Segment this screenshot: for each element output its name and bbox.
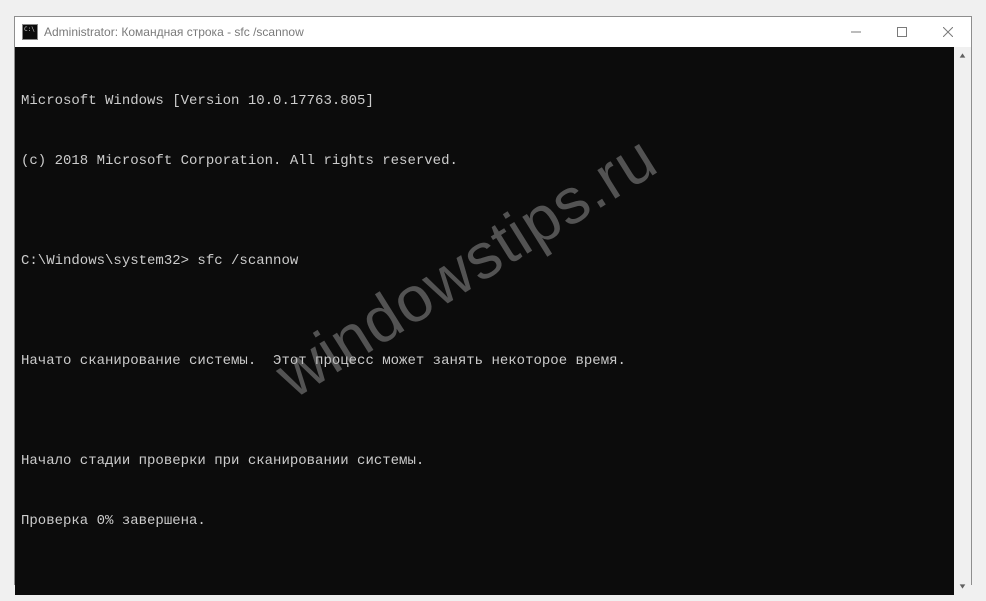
maximize-icon: [897, 27, 907, 37]
maximize-button[interactable]: [879, 17, 925, 47]
terminal-line: (c) 2018 Microsoft Corporation. All righ…: [21, 151, 948, 171]
minimize-button[interactable]: [833, 17, 879, 47]
chevron-up-icon: [959, 52, 966, 59]
titlebar[interactable]: Administrator: Командная строка - sfc /s…: [15, 17, 971, 47]
terminal-area: Microsoft Windows [Version 10.0.17763.80…: [15, 47, 971, 595]
close-button[interactable]: [925, 17, 971, 47]
scroll-down-button[interactable]: [954, 578, 971, 595]
terminal-line: Начало стадии проверки при сканировании …: [21, 451, 948, 471]
close-icon: [943, 27, 953, 37]
scroll-up-button[interactable]: [954, 47, 971, 64]
terminal-line: C:\Windows\system32> sfc /scannow: [21, 251, 948, 271]
terminal-output[interactable]: Microsoft Windows [Version 10.0.17763.80…: [15, 47, 954, 595]
terminal-line: Microsoft Windows [Version 10.0.17763.80…: [21, 91, 948, 111]
terminal-line: Начато сканирование системы. Этот процес…: [21, 351, 948, 371]
terminal-line: Проверка 0% завершена.: [21, 511, 948, 531]
window-controls: [833, 17, 971, 47]
minimize-icon: [851, 27, 861, 37]
cmd-icon: [22, 24, 38, 40]
cmd-window: Administrator: Командная строка - sfc /s…: [14, 16, 972, 585]
chevron-down-icon: [959, 583, 966, 590]
window-title: Administrator: Командная строка - sfc /s…: [44, 25, 304, 39]
vertical-scrollbar[interactable]: [954, 47, 971, 595]
